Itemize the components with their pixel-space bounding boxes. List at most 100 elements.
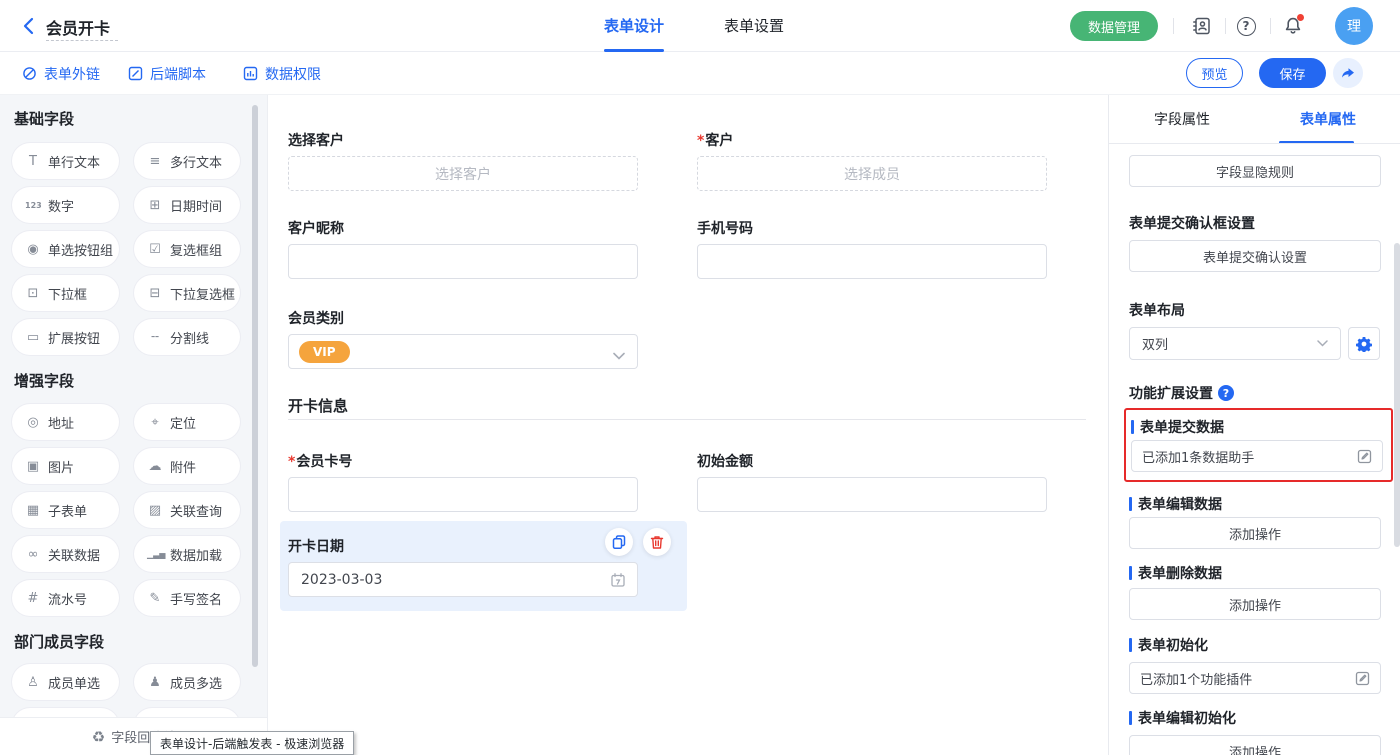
palette-item-location[interactable]: ⌖定位	[134, 404, 240, 440]
selected-field-open-date[interactable]: 开卡日期 2023-03-03	[280, 521, 687, 611]
avatar[interactable]: 理	[1335, 7, 1373, 45]
form-designer-app: 会员开卡 表单设计 表单设置 数据管理 ? 理	[0, 0, 1400, 755]
palette-item-radio-group[interactable]: ◉单选按钮组	[12, 231, 119, 267]
form-init-config[interactable]: 已添加1个功能插件	[1129, 662, 1381, 694]
browser-tooltip: 表单设计-后端触发表 - 极速浏览器	[150, 731, 354, 755]
copy-field-button[interactable]	[605, 528, 633, 556]
customer-input[interactable]: 选择成员	[697, 156, 1047, 191]
contact-book-button[interactable]	[1190, 14, 1214, 38]
field-phone[interactable]: 手机号码	[697, 218, 1047, 279]
palette-item-address[interactable]: ◎地址	[12, 404, 119, 440]
palette-item-image[interactable]: ▣图片	[12, 448, 119, 484]
field-member-type[interactable]: 会员类别 VIP	[288, 308, 638, 369]
palette-item-multi-line-text[interactable]: ≡多行文本	[134, 143, 240, 179]
open-date-value: 2023-03-03	[301, 572, 382, 588]
field-label: 客户昵称	[288, 218, 638, 238]
data-permission-button[interactable]: 数据权限	[243, 52, 321, 95]
section-form-init: 表单初始化	[1129, 635, 1208, 655]
tab-field-properties[interactable]: 字段属性	[1109, 105, 1255, 143]
data-permission-label: 数据权限	[265, 64, 321, 84]
external-link-button[interactable]: 表单外链	[22, 52, 100, 95]
submit-data-config[interactable]: 已添加1条数据助手	[1131, 440, 1383, 472]
card-no-input[interactable]	[288, 477, 638, 512]
palette-item-datetime[interactable]: ⊞日期时间	[134, 187, 240, 223]
divider	[1225, 18, 1226, 34]
dropdown-multi-icon: ⊟	[147, 286, 163, 301]
palette-item-subform[interactable]: ▦子表单	[12, 492, 119, 528]
amount-input[interactable]	[697, 477, 1047, 512]
save-button[interactable]: 保存	[1259, 58, 1326, 88]
sub-toolbar: 表单外链 后端脚本 数据权限 预览 保存	[0, 52, 1400, 95]
share-button[interactable]	[1333, 58, 1363, 88]
delete-data-add-button[interactable]: 添加操作	[1129, 588, 1381, 620]
layout-gear-button[interactable]	[1348, 327, 1380, 360]
field-label: *客户	[697, 130, 1047, 150]
layout-select[interactable]: 双列	[1129, 327, 1341, 360]
field-palette-sidebar: 基础字段 T单行文本 ≡多行文本 123数字 ⊞日期时间 ◉单选按钮组 ☑复选框…	[0, 95, 268, 755]
help-button[interactable]: ?	[1234, 14, 1258, 38]
submit-data-value: 已添加1条数据助手	[1142, 447, 1254, 466]
submit-confirm-settings-button[interactable]: 表单提交确认设置	[1129, 240, 1381, 272]
properties-panel: 字段属性 表单属性 字段显隐规则 表单提交确认框设置 表单提交确认设置 表单布局…	[1108, 95, 1400, 755]
delete-field-button[interactable]	[643, 528, 671, 556]
palette-label: 关联查询	[170, 501, 222, 520]
palette-item-checkbox-group[interactable]: ☑复选框组	[134, 231, 240, 267]
phone-input[interactable]	[697, 244, 1047, 279]
form-canvas[interactable]: 选择客户 选择客户 *客户 选择成员 客户昵称 手机号码 会员类别 VIP 开卡…	[268, 95, 1108, 755]
help-circle-icon[interactable]: ?	[1218, 385, 1234, 401]
field-customer-picker[interactable]: 选择客户 选择客户	[288, 130, 638, 191]
palette-item-member-multi[interactable]: ♟成员多选	[134, 664, 240, 700]
palette-item-divider[interactable]: ╌分割线	[134, 319, 240, 355]
linked-query-icon: ▨	[147, 503, 163, 518]
palette-label: 单行文本	[48, 152, 100, 171]
edit-data-add-button[interactable]: 添加操作	[1129, 517, 1381, 549]
contact-book-icon	[1191, 15, 1213, 37]
palette-item-attachment[interactable]: ☁附件	[134, 448, 240, 484]
palette-item-member-single[interactable]: ♙成员单选	[12, 664, 119, 700]
palette-item-extend-button[interactable]: ▭扩展按钮	[12, 319, 119, 355]
palette-item-number[interactable]: 123数字	[12, 187, 119, 223]
tab-form-settings[interactable]: 表单设置	[724, 0, 784, 52]
group-title-members: 部门成员字段	[14, 631, 104, 652]
palette-label: 下拉框	[48, 284, 87, 303]
palette-item-serial-number[interactable]: #流水号	[12, 580, 119, 616]
palette-item-linked-query[interactable]: ▨ 关联查询	[134, 492, 240, 528]
form-title[interactable]: 会员开卡	[46, 15, 110, 39]
palette-item-dropdown-multi[interactable]: ⊟下拉复选框	[134, 275, 240, 311]
palette-item-linked-data[interactable]: ∞关联数据	[12, 536, 119, 572]
trash-icon	[649, 534, 665, 550]
tab-form-properties[interactable]: 表单属性	[1255, 105, 1400, 143]
palette-item-dropdown[interactable]: ⊡下拉框	[12, 275, 119, 311]
edit-init-add-button[interactable]: 添加操作	[1129, 735, 1381, 755]
back-button[interactable]	[20, 16, 38, 36]
palette-label: 数字	[48, 196, 74, 215]
field-card-no[interactable]: *会员卡号	[288, 451, 638, 512]
highlight-red-box: 表单提交数据 已添加1条数据助手	[1124, 408, 1393, 482]
palette-item-signature[interactable]: ✎手写签名	[134, 580, 240, 616]
radio-icon: ◉	[25, 242, 41, 257]
preview-button[interactable]: 预览	[1186, 58, 1243, 88]
palette-label: 日期时间	[170, 196, 222, 215]
open-date-input[interactable]: 2023-03-03	[288, 562, 638, 597]
palette-label: 手写签名	[170, 589, 222, 608]
palette-item-single-line-text[interactable]: T单行文本	[12, 143, 119, 179]
data-manage-button[interactable]: 数据管理	[1070, 11, 1158, 41]
panel-divider	[1109, 143, 1400, 144]
customer-picker-input[interactable]: 选择客户	[288, 156, 638, 191]
divider-icon: ╌	[147, 330, 163, 345]
panel-scrollbar[interactable]	[1394, 243, 1400, 547]
sidebar-scrollbar[interactable]	[252, 105, 258, 667]
field-amount[interactable]: 初始金额	[697, 451, 1047, 512]
field-visibility-rules-button[interactable]: 字段显隐规则	[1129, 155, 1381, 187]
member-type-select[interactable]: VIP	[288, 334, 638, 369]
nickname-input[interactable]	[288, 244, 638, 279]
divider	[1173, 18, 1174, 34]
notification-badge	[1297, 14, 1304, 21]
palette-item-data-load[interactable]: ▁▃▅数据加载	[134, 536, 240, 572]
field-nickname[interactable]: 客户昵称	[288, 218, 638, 279]
palette-label: 成员单选	[48, 673, 100, 692]
tab-form-design[interactable]: 表单设计	[604, 0, 664, 52]
notification-button[interactable]	[1281, 14, 1305, 38]
backend-script-button[interactable]: 后端脚本	[128, 52, 206, 95]
field-customer[interactable]: *客户 选择成员	[697, 130, 1047, 191]
